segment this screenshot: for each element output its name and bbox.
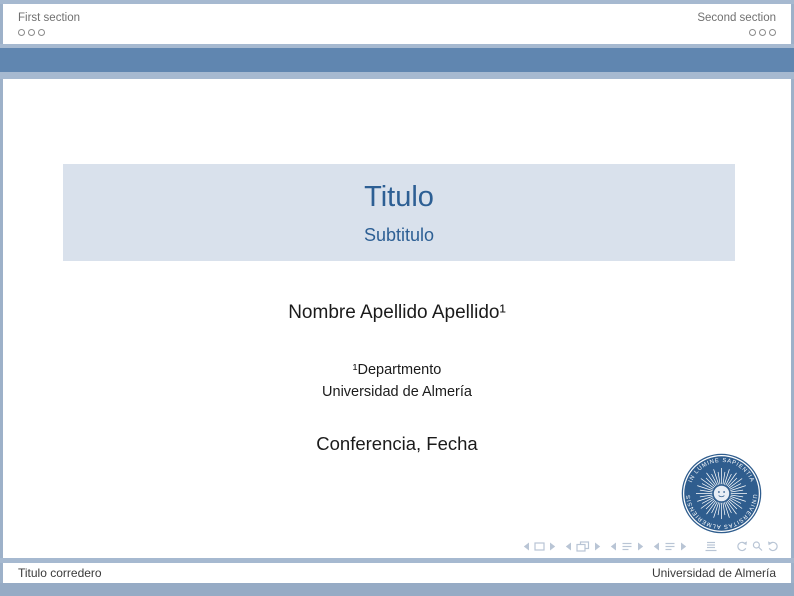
next-subsection-icon[interactable] (637, 542, 644, 551)
next-frame-icon[interactable] (594, 542, 601, 551)
banner-light-line (0, 72, 794, 79)
prev-subsection-icon[interactable] (610, 542, 617, 551)
section-nav-group (653, 542, 687, 551)
mini-frame-dots (18, 29, 80, 36)
beamer-navigation-bar (523, 540, 780, 553)
frame-icon[interactable] (576, 541, 590, 552)
frame-dot-icon[interactable] (18, 29, 25, 36)
section-icon[interactable] (664, 542, 676, 551)
institute-block: ¹Departmento Universidad de Almería (0, 360, 794, 403)
footline-institution: Universidad de Almería (652, 566, 776, 580)
footline: Titulo corredero Universidad de Almería (3, 563, 791, 583)
footline-short-title: Titulo corredero (18, 566, 102, 580)
find-icon[interactable] (752, 541, 763, 552)
history-nav-group (735, 541, 780, 552)
bottom-bar (0, 583, 794, 596)
section-entry-second[interactable]: Second section (697, 12, 776, 36)
slide-nav-group (523, 542, 556, 551)
subsection-nav-group (610, 542, 644, 551)
author-line: Nombre Apellido Apellido¹ (0, 302, 794, 324)
subsection-icon[interactable] (621, 542, 633, 551)
slide-subtitle: Subtitulo (364, 224, 434, 246)
presentation-nav-group (705, 541, 717, 552)
university-seal-logo: IN LUMINE SAPIENTIA UNIVERSITAS ALMERIEN… (681, 453, 762, 534)
frame-nav-group (565, 541, 601, 552)
title-box: Titulo Subtitulo (63, 164, 735, 261)
institute-department: ¹Departmento (0, 360, 794, 382)
slide-title: Titulo (364, 180, 434, 214)
footline-separator (0, 558, 794, 563)
conference-date-line: Conferencia, Fecha (0, 433, 794, 455)
prev-slide-icon[interactable] (523, 542, 530, 551)
left-frame-border (0, 0, 3, 596)
frame-dot-icon[interactable] (28, 29, 35, 36)
institute-university: Universidad de Almería (0, 382, 794, 404)
slide-icon[interactable] (534, 542, 545, 551)
header-banner (0, 44, 794, 79)
next-slide-icon[interactable] (549, 542, 556, 551)
banner-blue-bar (0, 48, 794, 72)
frame-dot-icon[interactable] (759, 29, 766, 36)
mini-frame-dots (749, 29, 776, 36)
forward-icon[interactable] (767, 541, 780, 552)
prev-frame-icon[interactable] (565, 542, 572, 551)
presentation-icon[interactable] (705, 541, 717, 552)
beamer-title-slide: First section Second section Titulo Subt… (0, 0, 794, 596)
frame-dot-icon[interactable] (749, 29, 756, 36)
frame-dot-icon[interactable] (769, 29, 776, 36)
top-bar (0, 0, 794, 4)
section-label[interactable]: First section (18, 12, 80, 25)
section-entry-first[interactable]: First section (18, 12, 80, 36)
prev-section-icon[interactable] (653, 542, 660, 551)
back-icon[interactable] (735, 541, 748, 552)
section-headline: First section Second section (3, 4, 791, 44)
section-label[interactable]: Second section (697, 12, 776, 25)
next-section-icon[interactable] (680, 542, 687, 551)
frame-dot-icon[interactable] (38, 29, 45, 36)
